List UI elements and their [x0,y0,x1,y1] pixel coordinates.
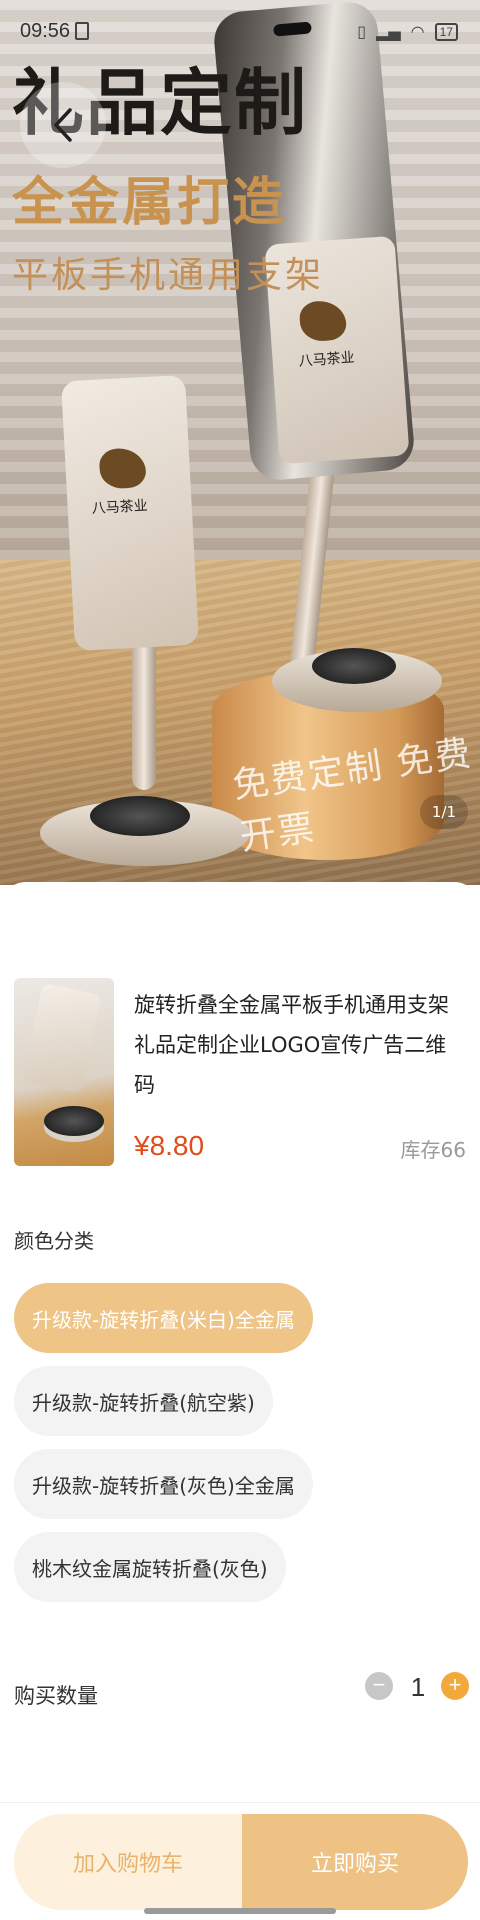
horse-logo-icon [298,299,348,343]
back-arrow-icon [54,108,72,142]
add-to-cart-label: 加入购物车 [72,1852,183,1877]
buy-now-button[interactable]: 立即购买 [242,1814,468,1910]
color-option-1[interactable]: 升级款-旋转折叠(米白)全金属 [14,1283,313,1353]
action-bar-divider [0,1802,480,1803]
product-title: 旋转折叠全金属平板手机通用支架礼品定制企业LOGO宣传广告二维码 [134,993,449,1097]
quantity-value[interactable]: 1 [408,1672,428,1703]
promo-subtitle: 全金属打造 [12,173,288,233]
buy-now-label: 立即购买 [310,1852,399,1877]
wifi-icon: ◠ [410,22,425,41]
status-icons: ▯ ▂▄ ◠ 17 [357,22,458,41]
quantity-increase-button[interactable]: + [441,1672,469,1700]
add-to-cart-button[interactable]: 加入购物车 [14,1814,242,1910]
thumbnail-stand-base [44,1106,104,1136]
product-stock: 库存66 [400,1138,466,1162]
vibrate-icon: ▯ [357,22,367,41]
product-image[interactable]: 八马茶业 八马茶业 礼品定制 全金属打造 平板手机通用支架 免费定制 免费开票 … [0,0,480,885]
stand-arm-left [132,640,156,790]
stand-knob-left [90,796,190,836]
color-option-label: 升级款-旋转折叠(米白)全金属 [32,1307,295,1332]
color-option-4[interactable]: 桃木纹金属旋转折叠(灰色) [14,1532,286,1602]
promo-subtitle-2: 平板手机通用支架 [12,255,325,296]
notification-app-icon [75,22,89,40]
back-button[interactable] [20,82,106,168]
status-bar: 09:56 ▯ ▂▄ ◠ 17 [0,0,480,70]
quantity-label: 购买数量 [14,1684,98,1708]
home-indicator[interactable] [144,1908,336,1914]
battery-icon: 17 [434,22,458,41]
product-thumbnail[interactable] [14,978,114,1166]
stand-logo-text-left: 八马茶业 [91,498,149,517]
image-pager: 1/1 [420,795,468,829]
color-option-label: 升级款-旋转折叠(灰色)全金属 [32,1473,295,1498]
stand-plate-left: 八马茶业 [61,374,199,652]
stand-knob-right [312,648,396,684]
product-price: ¥8.80 [134,1130,205,1161]
status-time: 09:56 [20,20,71,42]
horse-logo-icon [98,447,147,490]
color-option-3[interactable]: 升级款-旋转折叠(灰色)全金属 [14,1449,313,1519]
thumbnail-stand-plate [22,982,102,1094]
signal-icon: ▂▄ [376,22,401,41]
color-option-label: 升级款-旋转折叠(航空紫) [32,1390,255,1415]
quantity-decrease-button[interactable]: − [365,1672,393,1700]
color-section-title: 颜色分类 [14,1229,94,1253]
stand-logo-text-right: 八马茶业 [298,349,356,370]
color-option-2[interactable]: 升级款-旋转折叠(航空紫) [14,1366,273,1436]
color-option-label: 桃木纹金属旋转折叠(灰色) [32,1556,268,1581]
